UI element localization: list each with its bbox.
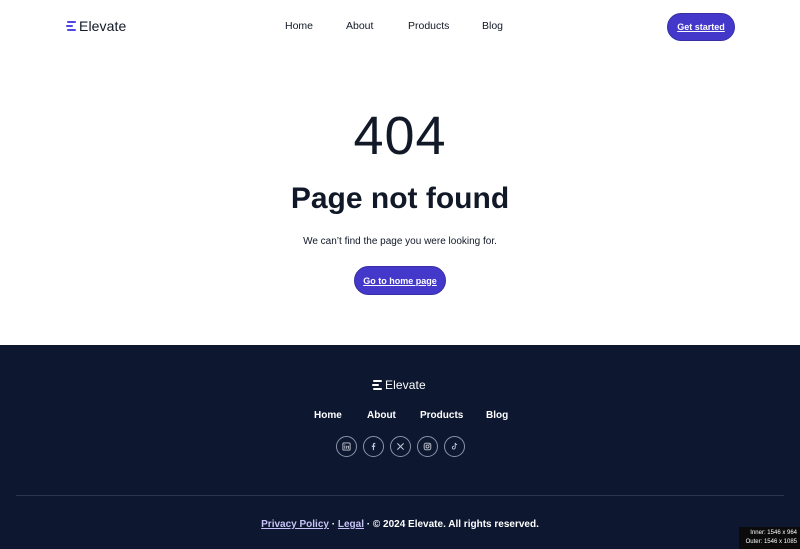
logo-icon [66,21,76,31]
outer-size-text: Outer: 1546 x 1085 [745,539,797,545]
privacy-policy-link[interactable]: Privacy Policy [261,519,329,530]
tiktok-icon[interactable] [444,436,465,457]
nav-about[interactable]: About [346,20,408,32]
instagram-icon[interactable] [417,436,438,457]
main-nav: Home About Products Blog [285,20,522,32]
footer-logo-text: Elevate [385,378,426,392]
error-code: 404 [353,106,447,166]
facebook-icon[interactable] [363,436,384,457]
x-icon[interactable] [390,436,411,457]
page-title: Page not found [290,182,510,215]
site-footer: Elevate Home About Products Blog Privacy… [0,345,800,549]
site-header: Elevate Home About Products Blog Get sta… [0,0,800,54]
footer-nav-products[interactable]: Products [420,410,486,421]
logo-text: Elevate [79,18,127,34]
footer-nav-home[interactable]: Home [314,410,367,421]
footer-nav: Home About Products Blog [314,410,516,421]
viewport-size-badge: Inner: 1546 x 964 Outer: 1546 x 1085 [739,527,800,549]
linkedin-icon[interactable] [336,436,357,457]
inner-size-text: Inner: 1546 x 964 [750,530,797,536]
copyright-text: · © 2024 Elevate. All rights reserved. [363,519,539,530]
nav-products[interactable]: Products [408,20,482,32]
legal-line: Privacy Policy · Legal · © 2024 Elevate.… [0,519,800,530]
footer-nav-about[interactable]: About [367,410,420,421]
separator: · [328,519,338,530]
get-started-button[interactable]: Get started [667,13,735,41]
logo[interactable]: Elevate [66,18,126,34]
home-page-button[interactable]: Go to home page [354,266,446,295]
social-links [336,436,465,457]
legal-link[interactable]: Legal [338,519,364,530]
footer-divider [16,495,784,496]
nav-blog[interactable]: Blog [482,20,522,32]
error-description: We can’t find the page you were looking … [303,236,497,247]
footer-nav-blog[interactable]: Blog [486,410,516,421]
logo-icon [372,380,382,390]
footer-logo[interactable]: Elevate [372,378,426,392]
nav-home[interactable]: Home [285,20,346,32]
